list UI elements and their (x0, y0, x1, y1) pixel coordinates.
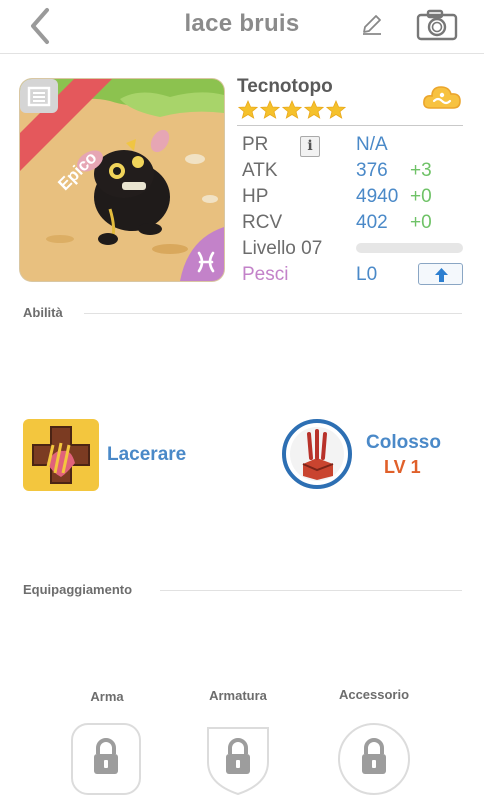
upgrade-button[interactable] (418, 263, 463, 285)
accessory-slot[interactable] (337, 722, 411, 796)
star-icon (238, 100, 258, 119)
top-bar: lace bruis (0, 0, 484, 54)
weapon-slot[interactable] (70, 722, 142, 796)
claw-cross-icon (32, 426, 90, 484)
hp-bonus: +0 (410, 186, 432, 207)
monster-artwork (20, 79, 224, 281)
ability-name-colosso[interactable]: Colosso (366, 432, 441, 454)
weapon-slot-label: Arma (90, 689, 124, 704)
abilities-section-title: Abilità (23, 305, 63, 320)
ability-name-lacerare[interactable]: Lacerare (107, 444, 186, 466)
rcv-value: 402 (356, 212, 388, 233)
star-icon (326, 100, 346, 119)
star-rating (238, 100, 346, 122)
star-icon (304, 100, 324, 119)
star-icon (282, 100, 302, 119)
atk-label: ATK (242, 160, 278, 181)
accessory-slot-label: Accessorio (338, 687, 410, 702)
hp-label: HP (242, 186, 269, 207)
equipment-divider (160, 590, 462, 591)
camera-icon[interactable] (416, 9, 458, 41)
sign-value: L0 (356, 264, 378, 285)
lacerare-icon[interactable] (23, 419, 99, 491)
equipment-section-title: Equipaggiamento (23, 582, 133, 597)
atk-bonus: +3 (410, 160, 432, 181)
level-progress-bar (356, 243, 463, 253)
rcv-bonus: +0 (410, 212, 432, 233)
atk-value: 376 (356, 160, 388, 181)
hp-value: 4940 (356, 186, 399, 207)
monster-portrait[interactable]: Epico (20, 79, 224, 281)
pr-value: N/A (356, 134, 388, 155)
pencil-icon[interactable] (360, 12, 384, 36)
rcv-label: RCV (242, 212, 283, 233)
star-icon (260, 100, 280, 119)
arrow-up-icon (435, 268, 448, 282)
ability-level-colosso: LV 1 (384, 457, 421, 477)
armor-slot-label: Armatura (209, 688, 267, 703)
cloud-icon[interactable] (422, 82, 462, 112)
armor-slot[interactable] (202, 722, 274, 796)
name-divider (237, 125, 463, 126)
abilities-divider (84, 313, 462, 314)
monster-name: Tecnotopo (237, 76, 333, 97)
pisces-icon (197, 251, 215, 273)
pr-label: PR (242, 134, 269, 155)
colosso-icon[interactable] (281, 418, 353, 490)
info-icon[interactable]: i (300, 136, 320, 157)
sign-label: Pesci (242, 264, 289, 285)
level-label: Livello 07 (242, 238, 323, 259)
page-title: lace bruis (184, 10, 300, 37)
